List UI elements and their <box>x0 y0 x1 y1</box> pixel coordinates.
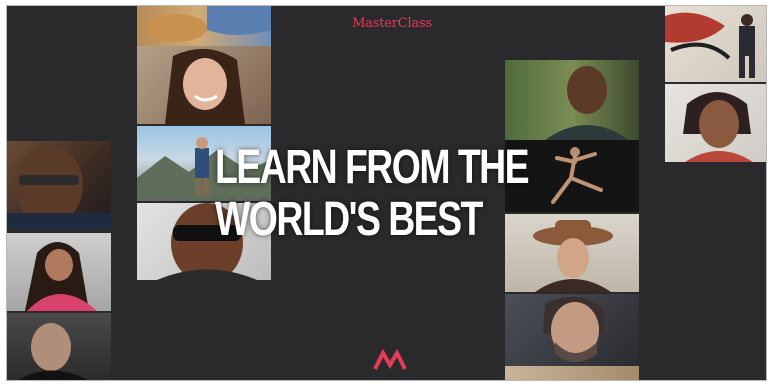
brand-wordmark[interactable]: MasterClass <box>337 16 447 31</box>
headline-line-2: WORLD'S BEST <box>215 193 483 246</box>
photo-man-in-black <box>7 313 111 380</box>
photo-artist-with-painting <box>665 6 766 82</box>
photo-woman-in-pink <box>7 233 111 311</box>
photo-elegant-woman <box>665 84 766 162</box>
headline-line-1: LEARN FROM THE <box>215 141 530 194</box>
photo-smiling-actress <box>137 46 271 124</box>
photo-person-with-dog <box>137 6 271 46</box>
masterclass-banner: MasterClass LEARN FROM THE WORLD'S BEST <box>6 5 767 381</box>
hero-headline: LEARN FROM THE WORLD'S BEST <box>215 141 530 246</box>
photo-bearded-man <box>505 294 639 366</box>
masterclass-m-logo-icon[interactable] <box>373 348 407 371</box>
photo-bottom-right-strip <box>505 366 639 380</box>
photo-scientist-portrait <box>7 141 111 229</box>
photo-woman-in-hat <box>505 214 639 292</box>
photo-man-in-garden <box>505 60 639 140</box>
